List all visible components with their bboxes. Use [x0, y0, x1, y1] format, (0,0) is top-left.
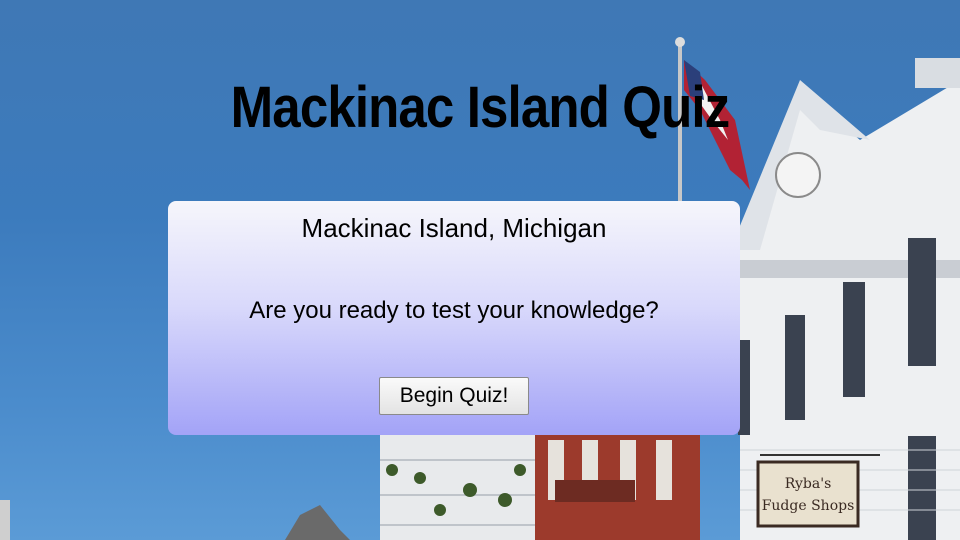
- quiz-intro-card: Mackinac Island, Michigan Are you ready …: [168, 201, 740, 435]
- begin-quiz-button[interactable]: Begin Quiz!: [379, 377, 529, 415]
- svg-text:Fudge Shops: Fudge Shops: [762, 498, 855, 514]
- ready-question: Are you ready to test your knowledge?: [249, 297, 659, 324]
- svg-text:Ryba's: Ryba's: [785, 476, 832, 492]
- brick-building: [535, 430, 700, 540]
- location-subtitle: Mackinac Island, Michigan: [301, 213, 607, 243]
- page-title: Mackinac Island Quiz: [230, 75, 731, 140]
- balcony-building: [380, 430, 535, 540]
- rooftop: [285, 505, 350, 540]
